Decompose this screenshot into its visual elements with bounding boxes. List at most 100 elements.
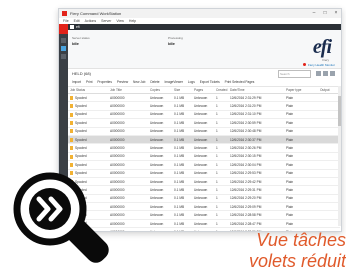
table-cell-date: 12/6/2016 2:31:20 PM xyxy=(228,101,284,111)
column-header[interactable]: Output xyxy=(318,86,340,94)
import-button[interactable]: Import xyxy=(72,80,81,84)
job-file-icon xyxy=(70,221,73,226)
held-queue-heading[interactable]: HELD (68) xyxy=(72,71,91,76)
table-cell-date: 12/6/2016 2:29:31 PM xyxy=(228,185,284,195)
menu-server[interactable]: Server xyxy=(101,19,111,23)
logs-button[interactable]: Logs xyxy=(188,80,195,84)
print-selected-pages-button[interactable]: Print Selected Pages xyxy=(225,80,255,84)
table-cell-title: A0000000 xyxy=(108,177,148,187)
table-cell-size: 0.1 MB xyxy=(172,93,192,103)
minimize-button[interactable]: – xyxy=(309,9,319,18)
column-settings-icon[interactable] xyxy=(323,71,328,76)
table-cell-title: A0000000 xyxy=(108,202,148,212)
new-job-button[interactable]: New Job xyxy=(133,80,145,84)
table-row[interactable]: Spooled A0000000 Unknown 0.1 MB Unknown 1 12/6… xyxy=(68,101,340,111)
table-cell-pages: Unknown xyxy=(192,169,214,178)
delete-button[interactable]: Delete xyxy=(150,80,159,84)
job-status-text: Spooled xyxy=(75,154,87,159)
table-cell-status: Spooled xyxy=(68,160,108,170)
table-row[interactable]: Spooled A0000000 Unknown 0.1 MB Unknown 1 12/6… xyxy=(68,160,340,170)
table-cell-copies: Unknown xyxy=(148,118,172,128)
table-cell-title: A0000000 xyxy=(108,185,148,195)
table-row[interactable]: Spooled A0000000 Unknown 0.1 MB Unknown 1 12/6… xyxy=(68,185,340,195)
table-row[interactable]: Spooled A0000000 Unknown 0.1 MB Unknown 1 12/6… xyxy=(68,118,340,128)
table-row[interactable]: Spooled A0000000 Unknown 0.1 MB Unknown 1 12/6… xyxy=(68,219,340,229)
table-cell-output xyxy=(318,210,340,220)
table-row[interactable]: Spooled A0000000 Unknown 0.1 MB Unknown 1 12/6… xyxy=(68,169,340,178)
properties-button[interactable]: Properties xyxy=(97,80,112,84)
column-header[interactable]: Pages xyxy=(192,86,214,94)
table-row[interactable]: Spooled A0000000 Unknown 0.1 MB Unknown 1 12/6… xyxy=(68,177,340,187)
table-row[interactable]: Spooled A0000000 Unknown 0.1 MB Unknown 1 12/6… xyxy=(68,93,340,103)
sidebar-item-servers[interactable] xyxy=(61,38,66,43)
print-button[interactable]: Print xyxy=(86,80,93,84)
table-row[interactable]: Spooled A0000000 Unknown 0.1 MB Unknown 1 12/6… xyxy=(68,202,340,212)
table-cell-date: 12/6/2016 2:31:29 PM xyxy=(228,93,284,103)
column-header[interactable]: Job Title xyxy=(108,86,148,94)
menu-actions[interactable]: Actions xyxy=(85,19,96,23)
column-header[interactable]: Paper type xyxy=(284,86,318,94)
preview-button[interactable]: Preview xyxy=(117,80,128,84)
filter-icon[interactable] xyxy=(316,71,321,76)
job-file-icon xyxy=(70,95,73,100)
table-cell-size: 0.1 MB xyxy=(172,202,192,212)
table-header-row: Job Status Job Title Copies Size Pages C… xyxy=(68,86,340,94)
table-cell-paper: Plain xyxy=(284,210,318,220)
table-cell-date: 12/6/2016 2:30:15 PM xyxy=(228,152,284,162)
table-row[interactable]: Spooled A0000000 Unknown 0.1 MB Unknown 1 12/6… xyxy=(68,127,340,136)
table-row[interactable]: Spooled A0000000 Unknown 0.1 MB Unknown 1 12/6… xyxy=(68,110,340,120)
job-file-icon xyxy=(70,213,73,218)
caption-line-2: volets réduit xyxy=(248,251,346,271)
table-cell-created: 1 xyxy=(214,169,228,178)
jobs-bar: HELD (68) Search xyxy=(68,69,341,78)
caption: Vue tâches volets réduit xyxy=(196,230,346,272)
table-cell-size: 0.1 MB xyxy=(172,185,192,195)
table-row[interactable]: Spooled A0000000 Unknown 0.1 MB Unknown 1 12/6… xyxy=(68,194,340,204)
table-row[interactable]: Spooled A0000000 Unknown 0.1 MB Unknown 1 12/6… xyxy=(68,210,340,220)
table-row[interactable]: Spooled A0000000 Unknown 0.1 MB Unknown 1 12/6… xyxy=(68,135,340,145)
job-file-icon xyxy=(70,188,73,193)
table-cell-size: 0.1 MB xyxy=(172,194,192,204)
column-header[interactable]: Created xyxy=(214,86,228,94)
imageviewer-button[interactable]: ImageViewer xyxy=(164,80,183,84)
sidebar-item-tools[interactable] xyxy=(61,54,66,59)
menu-view[interactable]: View xyxy=(116,19,124,23)
search-input[interactable]: Search xyxy=(278,70,311,78)
menu-help[interactable]: Help xyxy=(129,19,136,23)
column-header[interactable]: Copies xyxy=(148,86,172,94)
table-cell-copies: Unknown xyxy=(148,202,172,212)
column-header[interactable]: Date/Time xyxy=(228,86,284,94)
table-cell-title: A0000000 xyxy=(108,143,148,153)
expand-button[interactable] xyxy=(29,188,71,230)
column-header[interactable]: Size xyxy=(172,86,192,94)
column-header[interactable]: Job Status xyxy=(68,86,108,94)
job-status-text: Spooled xyxy=(75,204,87,209)
table-row[interactable]: Spooled A0000000 Unknown 0.1 MB Unknown 1 12/6… xyxy=(68,143,340,153)
menu-edit[interactable]: Edit xyxy=(74,19,80,23)
table-cell-pages: Unknown xyxy=(192,210,214,220)
export-tickets-button[interactable]: Export Tickets xyxy=(200,80,220,84)
table-cell-title: A0000000 xyxy=(108,118,148,128)
table-cell-status: Spooled xyxy=(68,143,108,153)
job-file-icon xyxy=(70,162,73,167)
table-row[interactable]: Spooled A0000000 Unknown 0.1 MB Unknown 1 12/6… xyxy=(68,152,340,162)
menu-file[interactable]: File xyxy=(63,19,69,23)
maximize-button[interactable]: □ xyxy=(320,9,330,18)
status-dot-icon xyxy=(302,63,306,66)
table-cell-size: 0.1 MB xyxy=(172,101,192,111)
job-status-text: Spooled xyxy=(75,104,87,108)
grid-view-icon[interactable] xyxy=(330,71,335,76)
table-cell-size: 0.1 MB xyxy=(172,160,192,170)
vertical-scrollbar[interactable] xyxy=(338,86,341,226)
scrollbar-thumb[interactable] xyxy=(338,96,341,126)
job-status-text: Spooled xyxy=(75,129,87,134)
table-cell-status: Spooled xyxy=(68,101,108,111)
table-cell-title: A0000000 xyxy=(108,135,148,145)
table-cell-pages: Unknown xyxy=(192,185,214,195)
health-monitor-link[interactable]: Fiery Health Monitor xyxy=(302,63,335,67)
table-cell-output xyxy=(318,127,340,136)
close-button[interactable]: × xyxy=(331,9,341,18)
table-cell-pages: Unknown xyxy=(192,202,214,212)
sidebar-item-jobs[interactable] xyxy=(61,46,66,51)
table-cell-status: Spooled xyxy=(68,169,108,178)
